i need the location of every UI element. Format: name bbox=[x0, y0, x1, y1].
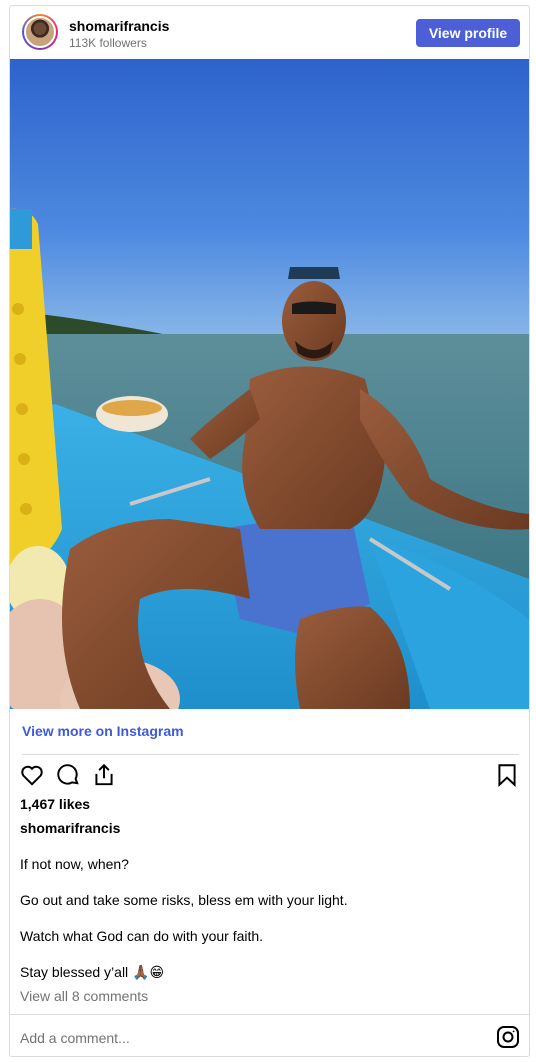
avatar-image bbox=[24, 16, 56, 48]
heart-icon[interactable] bbox=[19, 762, 45, 788]
follower-count: 113K followers bbox=[69, 36, 147, 50]
caption-username[interactable]: shomarifrancis bbox=[20, 820, 120, 836]
view-more-link[interactable]: View more on Instagram bbox=[22, 723, 184, 739]
instagram-embed: shomarifrancis 113K followers View profi… bbox=[9, 5, 530, 1057]
instagram-icon[interactable] bbox=[496, 1025, 520, 1049]
caption-line: Stay blessed y’all 🙏🏾😁 bbox=[20, 964, 165, 980]
view-comments-link[interactable]: View all 8 comments bbox=[20, 988, 148, 1004]
add-comment-input[interactable]: Add a comment... bbox=[20, 1030, 130, 1046]
avatar[interactable] bbox=[22, 14, 58, 50]
share-icon[interactable] bbox=[91, 762, 117, 788]
comment-icon[interactable] bbox=[55, 762, 81, 788]
caption-line: Go out and take some risks, bless em wit… bbox=[20, 892, 348, 908]
divider bbox=[22, 754, 519, 755]
bookmark-icon[interactable] bbox=[494, 762, 520, 788]
caption-line: Watch what God can do with your faith. bbox=[20, 928, 264, 944]
like-count[interactable]: 1,467 likes bbox=[20, 796, 90, 812]
caption-line: If not now, when? bbox=[20, 856, 129, 872]
view-profile-button[interactable]: View profile bbox=[416, 19, 520, 47]
post-photo[interactable] bbox=[10, 59, 529, 709]
username[interactable]: shomarifrancis bbox=[69, 18, 169, 34]
divider bbox=[10, 1014, 529, 1015]
action-bar bbox=[10, 762, 529, 790]
post-header: shomarifrancis 113K followers View profi… bbox=[10, 6, 529, 60]
